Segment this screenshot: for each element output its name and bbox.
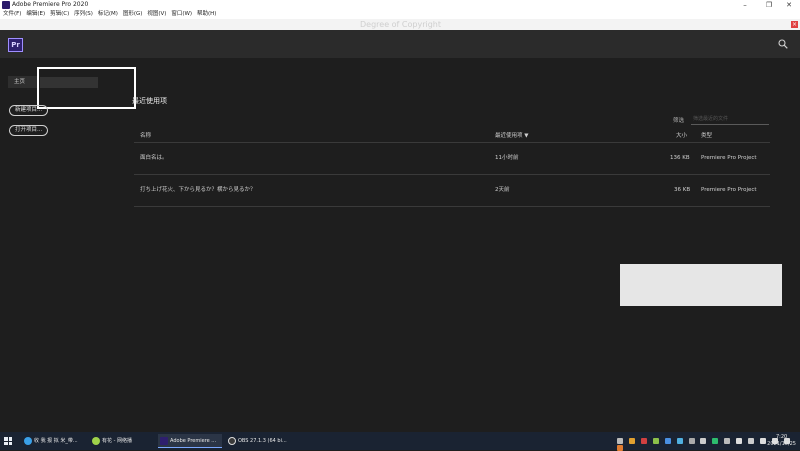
clock[interactable]: 7:20 2021/10/25 — [767, 434, 796, 448]
title-bar: Adobe Premiere Pro 2020 – ❐ ✕ — [0, 0, 800, 10]
column-last-used[interactable]: 最近使用项 ▼ — [495, 132, 529, 140]
tray-icon[interactable] — [724, 437, 731, 444]
window-title: Adobe Premiere Pro 2020 — [12, 1, 89, 8]
taskbar: 收 我 报 拟 米_带... 有花 - 网络播 Adobe Premiere .… — [0, 432, 800, 451]
menu-sequence[interactable]: 序列(S) — [74, 10, 93, 19]
tray-icon[interactable] — [688, 437, 695, 444]
tray-icon[interactable] — [712, 437, 719, 444]
tray-icon[interactable] — [664, 437, 671, 444]
menu-graphics[interactable]: 图形(G) — [123, 10, 143, 19]
notice-close-icon[interactable]: × — [791, 21, 798, 28]
row-size: 136 KB — [670, 155, 690, 161]
column-type[interactable]: 类型 — [701, 132, 712, 140]
notification-panel — [620, 264, 782, 306]
tray-icon[interactable] — [628, 437, 635, 444]
table-row[interactable]: 打ち上げ花火、下から見るか？横から見るか？ 2天前 36 KB Premiere… — [134, 175, 770, 207]
taskbar-item-music[interactable]: 有花 - 网络播 — [90, 434, 154, 448]
tray-icon[interactable] — [617, 437, 623, 444]
premiere-icon — [160, 437, 168, 445]
taskbar-item-label: OBS 27.1.3 (64 bi... — [238, 438, 287, 444]
taskbar-item-premiere[interactable]: Adobe Premiere ... — [158, 434, 222, 448]
taskbar-item-obs[interactable]: OBS 27.1.3 (64 bi... — [226, 434, 290, 448]
tray-icon[interactable] — [700, 437, 707, 444]
row-type: Premiere Pro Project — [701, 155, 757, 161]
menu-window[interactable]: 窗口(W) — [171, 10, 192, 19]
filter-input[interactable]: 筛选最近的文件 — [691, 113, 769, 125]
menu-markers[interactable]: 标记(M) — [98, 10, 118, 19]
maximize-button[interactable]: ❐ — [758, 0, 780, 10]
new-project-button[interactable]: 新建项目... — [9, 105, 49, 116]
menu-edit[interactable]: 编辑(E) — [26, 10, 45, 19]
column-last-used-label: 最近使用项 — [495, 133, 523, 139]
premiere-app-icon — [2, 1, 10, 9]
row-size: 36 KB — [674, 187, 691, 193]
minimize-button[interactable]: – — [734, 0, 756, 10]
tray-icon[interactable] — [748, 437, 755, 444]
table-row[interactable]: 面白名は。 11小时前 136 KB Premiere Pro Project — [134, 143, 770, 175]
row-name: 打ち上げ花火、下から見るか？横から見るか？ — [140, 187, 256, 193]
premiere-logo: Pr — [8, 38, 23, 52]
open-project-button[interactable]: 打开项目... — [9, 125, 49, 136]
tray-icon[interactable] — [640, 437, 647, 444]
row-name: 面白名は。 — [140, 155, 168, 161]
windows-start-icon[interactable] — [4, 437, 12, 445]
app-header: Pr — [0, 30, 800, 58]
taskbar-item-label: 收 我 报 拟 米_带... — [34, 438, 78, 444]
menu-clip[interactable]: 剪辑(C) — [50, 10, 69, 19]
clock-date: 2021/10/25 — [767, 441, 796, 447]
menu-help[interactable]: 帮助(H) — [197, 10, 216, 19]
sort-arrow-icon: ▼ — [524, 133, 529, 139]
close-button[interactable]: ✕ — [778, 0, 800, 10]
music-icon — [92, 437, 100, 445]
menu-file[interactable]: 文件(F) — [3, 10, 21, 19]
table-header: 名称 最近使用项 ▼ 大小 类型 — [134, 129, 770, 143]
tray-icon[interactable] — [736, 437, 743, 444]
filter-label: 筛选 — [673, 118, 685, 124]
wifi-icon[interactable] — [760, 437, 767, 444]
tray-icon[interactable] — [652, 437, 659, 444]
notice-strip: Degree of Copyright × — [0, 19, 800, 30]
search-icon[interactable] — [778, 39, 788, 49]
taskbar-item-browser[interactable]: 收 我 报 拟 米_带... — [22, 434, 86, 448]
home-tab[interactable]: 主页 — [8, 76, 38, 88]
obs-icon — [228, 437, 236, 445]
taskbar-item-label: 有花 - 网络播 — [102, 438, 132, 444]
menu-view[interactable]: 视图(V) — [147, 10, 166, 19]
row-type: Premiere Pro Project — [701, 187, 757, 193]
tray-icon[interactable] — [676, 437, 683, 444]
row-last-used: 11小时前 — [495, 155, 519, 161]
clock-time: 7:20 — [775, 434, 788, 440]
row-last-used: 2天前 — [495, 187, 510, 193]
recent-title: 最近使用项 — [132, 97, 167, 105]
column-size[interactable]: 大小 — [676, 132, 687, 140]
watermark-text: Degree of Copyright — [360, 20, 442, 29]
taskbar-item-label: Adobe Premiere ... — [170, 438, 217, 444]
column-name[interactable]: 名称 — [140, 132, 151, 140]
selection-rectangle — [37, 67, 136, 109]
edge-icon — [24, 437, 32, 445]
